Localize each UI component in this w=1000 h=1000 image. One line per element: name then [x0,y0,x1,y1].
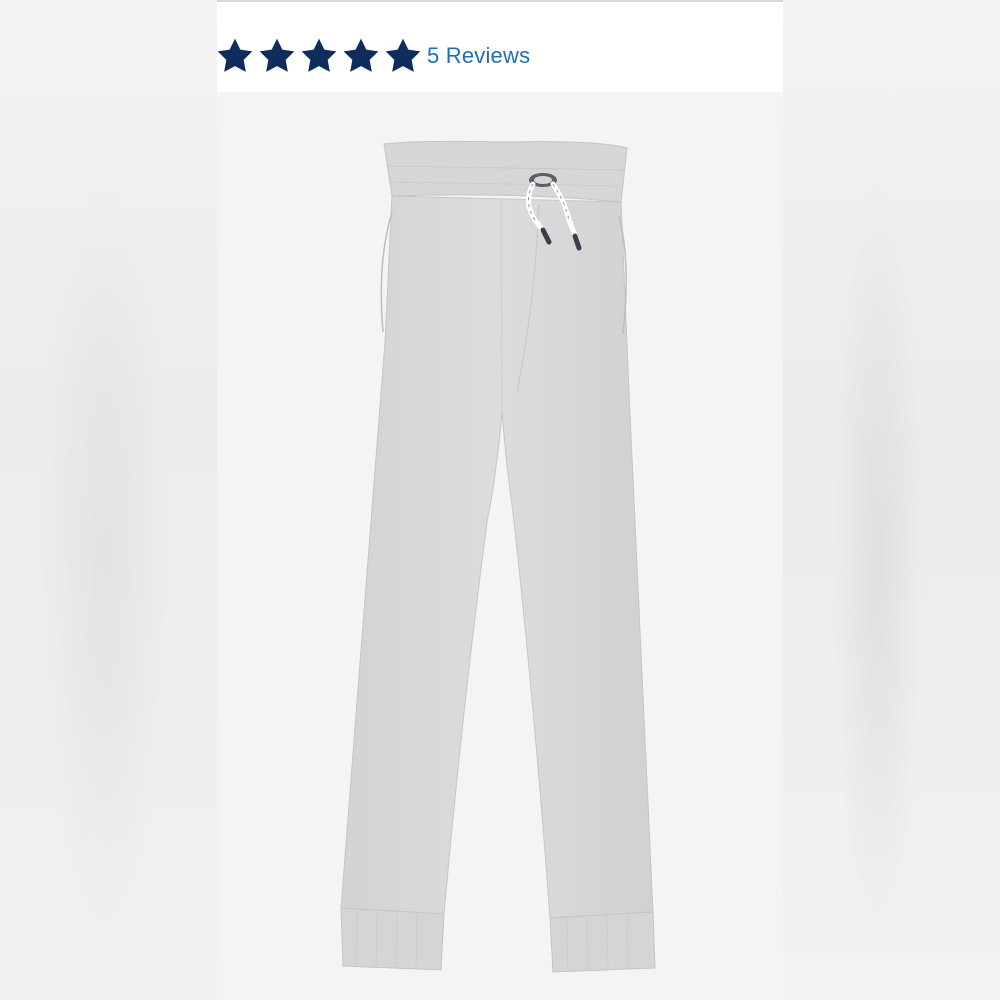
product-image [217,92,783,1000]
blurred-backdrop-left [0,0,217,1000]
star-icon [385,38,421,72]
blurred-backdrop-right [783,0,1000,1000]
star-icon [301,38,337,72]
star-icon [343,38,379,72]
reviews-link[interactable]: 5 Reviews [427,43,530,69]
star-rating[interactable] [217,36,423,76]
product-page: 5 Reviews [217,0,783,1000]
rating-summary: 5 Reviews [217,0,783,92]
star-icon [217,38,253,72]
star-icon [259,38,295,72]
sweatpants-image [340,140,656,973]
